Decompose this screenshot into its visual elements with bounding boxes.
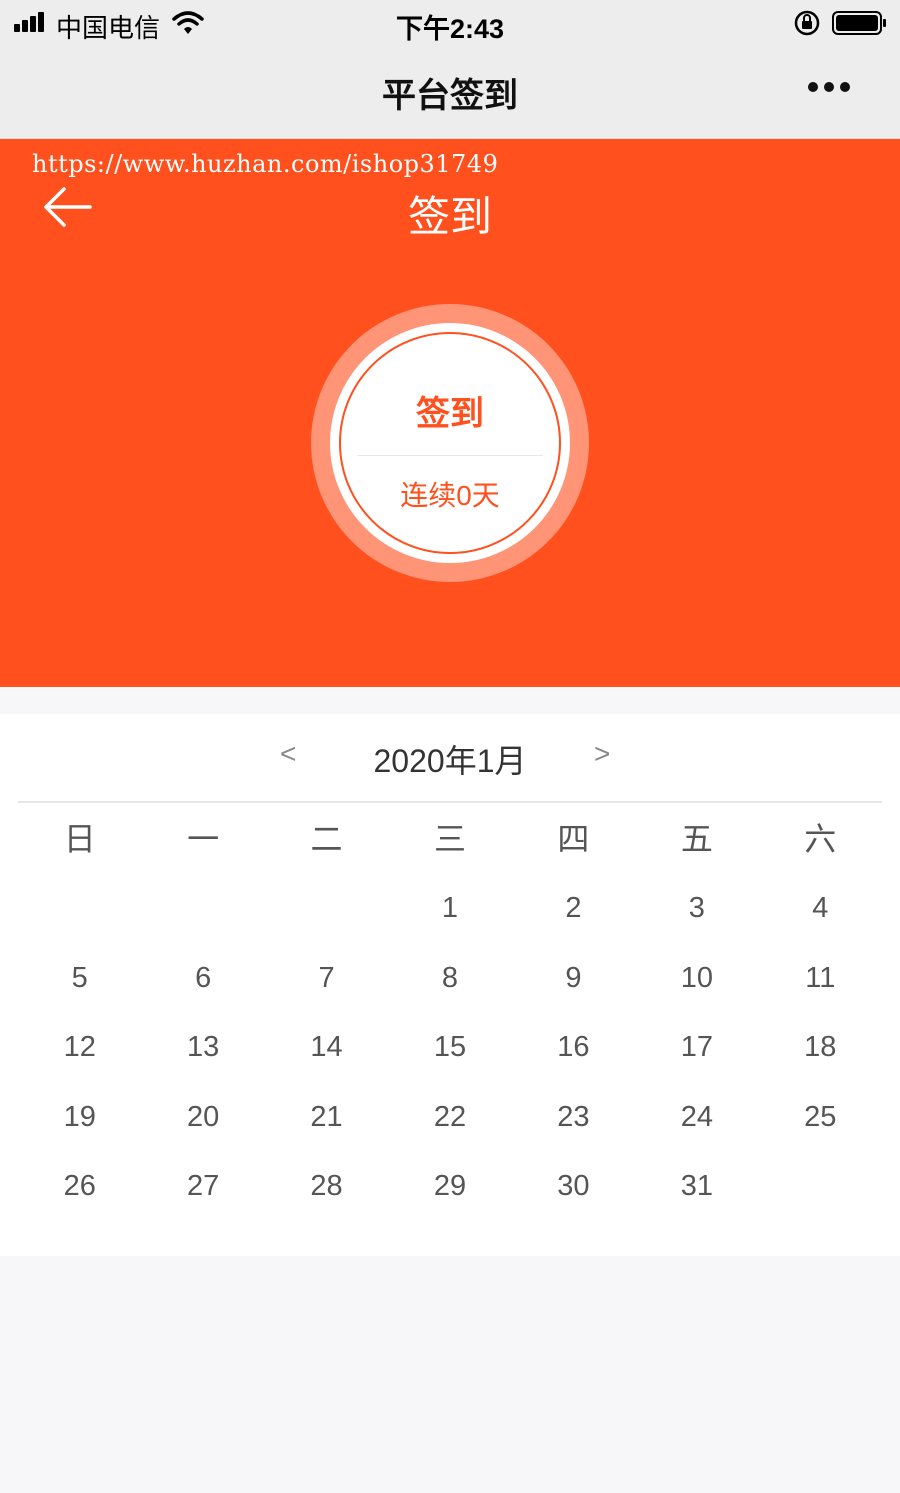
calendar-day[interactable]: 20 xyxy=(141,1093,264,1163)
sign-ring-inner: 签到 连续0天 xyxy=(330,323,570,563)
calendar-divider xyxy=(18,801,882,803)
checkin-header: https://www.huzhan.com/ishop31749 签到 签到 … xyxy=(0,139,900,687)
calendar-day[interactable]: 31 xyxy=(635,1162,758,1232)
weekday-label: 六 xyxy=(804,821,837,857)
calendar-day[interactable]: 24 xyxy=(635,1093,758,1163)
weekday-header-row: 日 一 二 三 四 五 六 xyxy=(18,814,882,864)
rotation-lock-icon xyxy=(794,10,820,36)
calendar-day[interactable]: 22 xyxy=(388,1093,511,1163)
next-month-button[interactable]: > xyxy=(594,738,610,770)
weekday-label: 日 xyxy=(63,821,96,857)
calendar-day[interactable]: 12 xyxy=(18,1023,141,1093)
calendar-day[interactable]: 19 xyxy=(18,1093,141,1163)
calendar-day[interactable]: 15 xyxy=(388,1023,511,1093)
calendar-day[interactable]: 4 xyxy=(759,884,882,954)
status-bar: 中国电信 下午2:43 xyxy=(0,0,900,46)
calendar-day[interactable]: 23 xyxy=(512,1093,635,1163)
weekday-label: 四 xyxy=(557,821,590,857)
calendar-day[interactable]: 30 xyxy=(512,1162,635,1232)
calendar: < 2020年1月 > 日 一 二 三 四 五 六 1 2 3 4 5 6 7 8 9 10 11 1… xyxy=(0,714,900,1256)
calendar-day[interactable]: 27 xyxy=(141,1162,264,1232)
sign-in-label: 签到 xyxy=(416,395,484,433)
sign-in-button[interactable]: 签到 连续0天 xyxy=(339,332,561,554)
streak-days-text: 连续0天 xyxy=(400,480,500,511)
calendar-day[interactable]: 21 xyxy=(265,1093,388,1163)
calendar-header: < 2020年1月 > xyxy=(0,714,900,802)
weekday-label: 一 xyxy=(187,821,220,857)
calendar-day[interactable]: 3 xyxy=(635,884,758,954)
battery-icon xyxy=(832,11,886,35)
calendar-days-grid: 1 2 3 4 5 6 7 8 9 10 11 12 13 14 15 16 17 18 19 20 21 22 23 24 2… xyxy=(18,884,882,1232)
weekday-label: 三 xyxy=(433,821,466,857)
calendar-day[interactable]: 11 xyxy=(759,954,882,1024)
weekday-label: 五 xyxy=(680,821,713,857)
calendar-blank-cell xyxy=(18,884,141,954)
calendar-day[interactable]: 28 xyxy=(265,1162,388,1232)
calendar-day[interactable]: 18 xyxy=(759,1023,882,1093)
calendar-day[interactable]: 29 xyxy=(388,1162,511,1232)
hero-title: 签到 xyxy=(407,193,492,240)
calendar-day[interactable]: 9 xyxy=(512,954,635,1024)
status-time: 下午2:43 xyxy=(395,14,505,44)
calendar-month-label: 2020年1月 xyxy=(373,743,527,779)
more-dots-icon[interactable] xyxy=(808,82,852,94)
sign-divider xyxy=(357,455,543,456)
calendar-day[interactable]: 10 xyxy=(635,954,758,1024)
nav-bar: 平台签到 xyxy=(0,46,900,139)
weekday-label: 二 xyxy=(310,821,343,857)
calendar-day[interactable]: 1 xyxy=(388,884,511,954)
calendar-day[interactable]: 17 xyxy=(635,1023,758,1093)
calendar-blank-cell xyxy=(141,884,264,954)
sign-ring: 签到 连续0天 xyxy=(311,304,589,582)
calendar-day[interactable]: 7 xyxy=(265,954,388,1024)
calendar-day[interactable]: 8 xyxy=(388,954,511,1024)
calendar-blank-cell xyxy=(265,884,388,954)
calendar-day[interactable]: 16 xyxy=(512,1023,635,1093)
watermark-text: https://www.huzhan.com/ishop31749 xyxy=(32,150,499,178)
calendar-day[interactable]: 26 xyxy=(18,1162,141,1232)
calendar-day[interactable]: 25 xyxy=(759,1093,882,1163)
calendar-day[interactable]: 6 xyxy=(141,954,264,1024)
page-title: 平台签到 xyxy=(382,77,518,115)
calendar-day[interactable]: 2 xyxy=(512,884,635,954)
calendar-day[interactable]: 13 xyxy=(141,1023,264,1093)
calendar-day[interactable]: 5 xyxy=(18,954,141,1024)
calendar-day[interactable]: 14 xyxy=(265,1023,388,1093)
